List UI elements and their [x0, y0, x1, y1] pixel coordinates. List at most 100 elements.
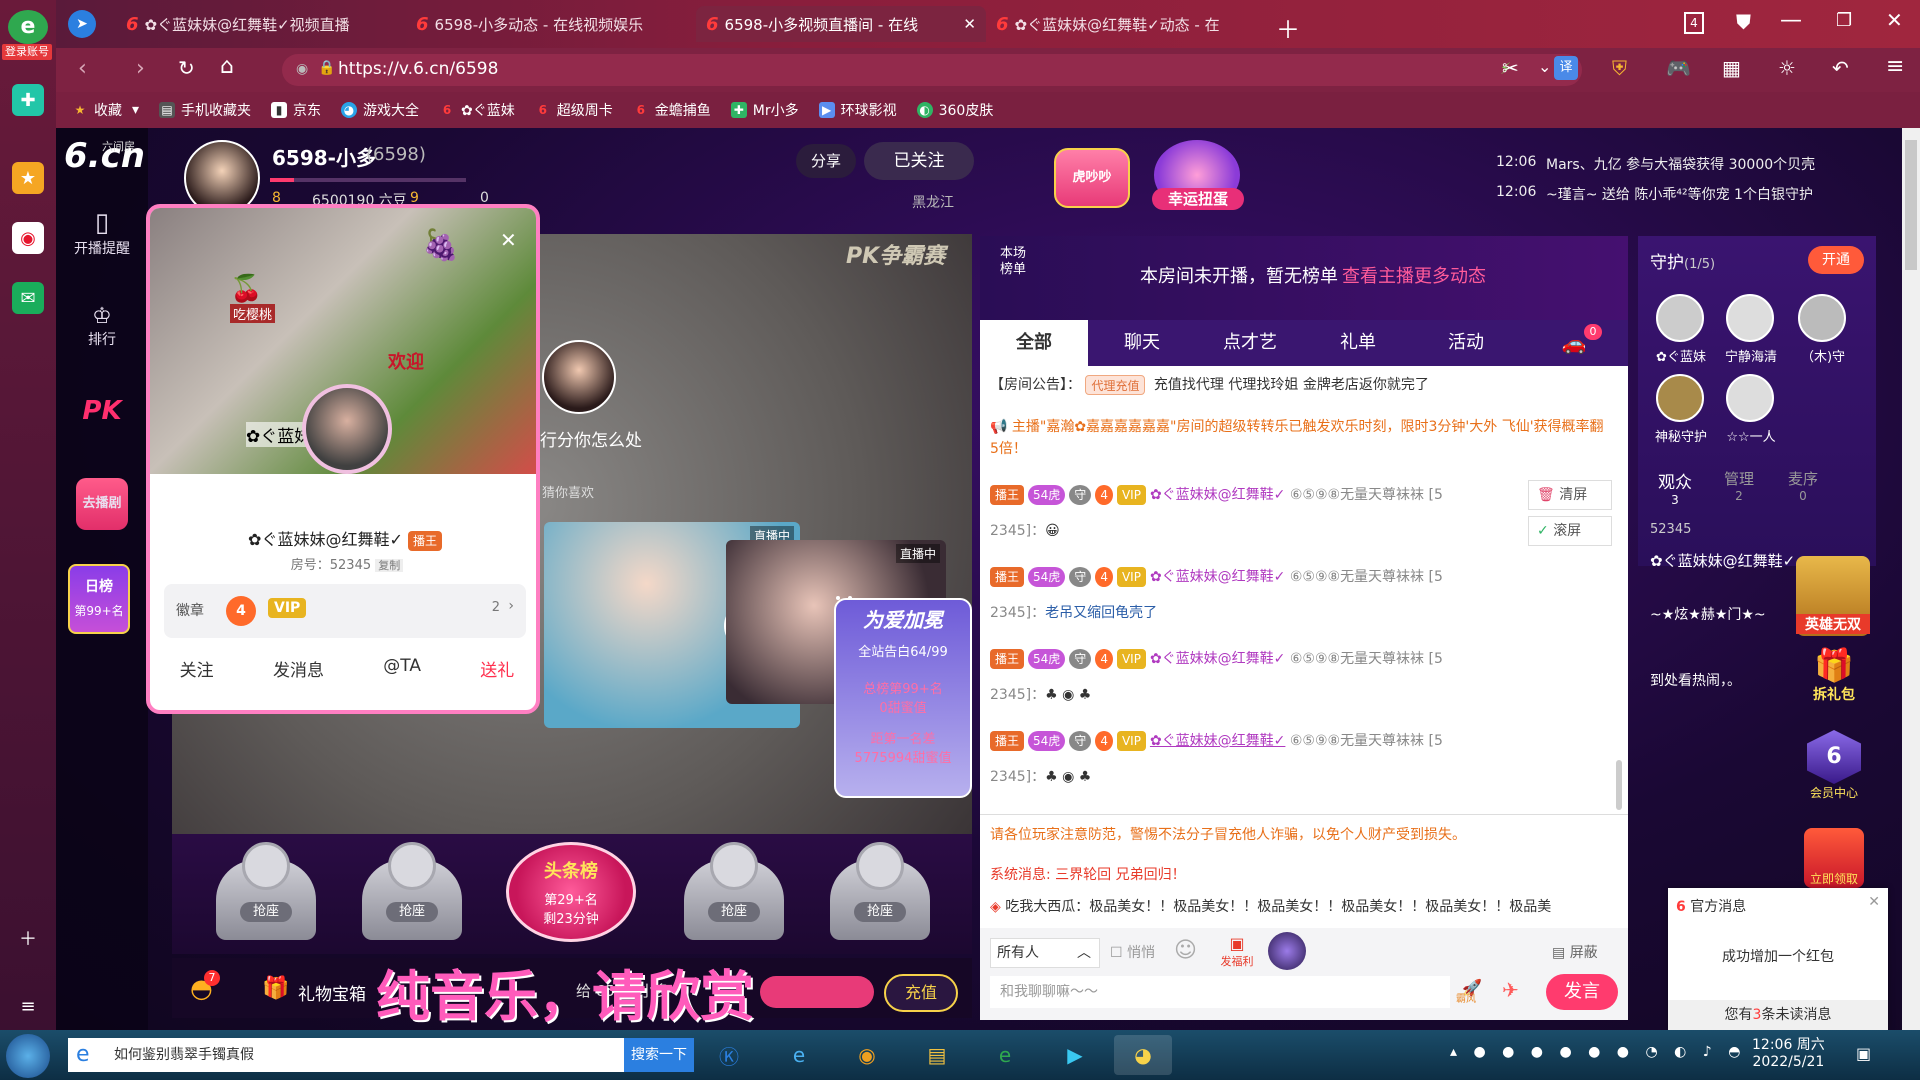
nav-drama[interactable]: 去播剧 [56, 478, 148, 530]
guard-avatar[interactable] [1656, 294, 1704, 342]
chat-scrollbar[interactable] [1616, 760, 1622, 810]
tab-2[interactable]: 6 6598-小多动态 - 在线视频娱乐 [406, 6, 696, 42]
taskbar-search-button[interactable]: 搜索一下 [624, 1038, 694, 1072]
browser-logo-icon[interactable]: e [8, 10, 48, 44]
profile-avatar[interactable] [302, 384, 392, 474]
bookmark-item[interactable]: 6 ✿ぐ蓝妹 [439, 100, 515, 120]
guard-avatar[interactable] [1656, 374, 1704, 422]
charge-button[interactable]: 充值 [884, 974, 958, 1012]
folder-icon[interactable]: ▤ [908, 1035, 966, 1075]
tab-all[interactable]: 全部 [980, 320, 1088, 366]
seat-2[interactable]: 抢座 [352, 840, 472, 950]
ie-browser-icon[interactable]: e [770, 1035, 828, 1075]
viewer-name[interactable]: ✿ぐ蓝妹妹@红舞鞋✓ [1650, 550, 1810, 571]
guard-avatar[interactable] [1726, 294, 1774, 342]
lucky-egg-label[interactable]: 幸运扭蛋 [1152, 188, 1244, 210]
welfare-button[interactable]: ▣ 发福利 [1214, 934, 1260, 968]
plane-icon[interactable]: ✈ [1502, 978, 1519, 1002]
hero-promo[interactable]: 英雄无双 [1796, 556, 1870, 636]
tab-talent[interactable]: 点才艺 [1196, 320, 1304, 366]
viewer-name[interactable]: 到处看热闹，。 [1650, 670, 1780, 690]
badge-row[interactable]: 徽章 4 VIP 2 › [164, 584, 526, 638]
navigation-icon[interactable]: ➤ [68, 10, 96, 38]
tab-4[interactable]: 6 ✿ぐ蓝妹妹@红舞鞋✓动态 - 在 [986, 6, 1276, 42]
toast-footer[interactable]: 您有3条未读消息 [1668, 1000, 1888, 1030]
toast-close-icon[interactable]: ✕ [1868, 894, 1880, 910]
copy-button[interactable]: 复制 [375, 559, 404, 572]
bookmark-item[interactable]: ▤ 手机收藏夹 [159, 100, 251, 120]
360-browser-icon[interactable]: e [976, 1035, 1034, 1075]
bookmark-item[interactable]: ✚ Mr小多 [730, 100, 799, 120]
message-action[interactable]: 发消息 [273, 656, 324, 681]
shirt-icon[interactable]: ⛊ [1736, 10, 1751, 34]
love-crown-panel[interactable]: 为爱加冕 全站告白64/99 总榜第99+名 0甜蜜值 距第一名差 577599… [834, 598, 972, 798]
new-tab-icon[interactable]: ＋ [1276, 10, 1300, 45]
send-button[interactable]: 发言 [1546, 974, 1618, 1010]
maximize-icon[interactable]: ❐ [1836, 10, 1852, 31]
pk-banner[interactable]: PK争霸赛 [846, 238, 945, 270]
bookmark-item[interactable]: ▮ 京东 [271, 100, 321, 120]
close-tab-icon[interactable]: ✕ [955, 15, 976, 33]
gift-pack-promo[interactable]: 🎁 拆礼包 [1800, 646, 1868, 716]
badge-icon[interactable] [1268, 932, 1306, 970]
bookmark-item[interactable]: 6 超级周卡 [535, 100, 613, 120]
guard-avatar[interactable] [1798, 294, 1846, 342]
follow-button[interactable]: 已关注 [864, 142, 974, 180]
page-scrollbar[interactable] [1902, 128, 1920, 1030]
minimize-icon[interactable]: — [1780, 8, 1802, 33]
login-label[interactable]: 登录账号 [2, 44, 52, 60]
follow-action[interactable]: 关注 [180, 656, 214, 681]
bookmark-item[interactable]: ◐ 360皮肤 [916, 100, 993, 120]
whisper-checkbox[interactable]: ☐ 悄悄 [1110, 942, 1155, 962]
notification-icon[interactable]: ▣ [1856, 1044, 1871, 1063]
tab-gifts[interactable]: 礼单 [1304, 320, 1412, 366]
tab-activity[interactable]: 活动 [1412, 320, 1520, 366]
weibo-icon[interactable]: ◉ [12, 222, 44, 254]
car-icon[interactable]: 🚗 [1520, 320, 1628, 366]
bookmark-item[interactable]: ▶ 环球影视 [818, 100, 897, 120]
mention-action[interactable]: @TA [383, 656, 421, 681]
taskbar-search[interactable]: e 如何鉴别翡翠手镯真假 [68, 1038, 624, 1072]
dropdown-icon[interactable]: ⌄ [1538, 57, 1551, 76]
popup-close-icon[interactable]: ✕ [500, 228, 517, 252]
gift-box-icon[interactable]: 🎁 [262, 976, 289, 1001]
chat-input[interactable]: 和我聊聊嘛～～ [990, 976, 1450, 1008]
home-icon[interactable]: ⌂ [220, 54, 234, 79]
clock[interactable]: 12:06 周六 2022/5/21 [1752, 1034, 1825, 1070]
tab-mic-queue[interactable]: 麦序 0 [1778, 468, 1828, 503]
scissors-icon[interactable]: ✂ [1502, 56, 1519, 80]
tab-1[interactable]: 6 ✿ぐ蓝妹妹@红舞鞋✓视频直播 [116, 6, 356, 42]
open-guard-button[interactable]: 开通 [1808, 246, 1864, 274]
plus-icon[interactable]: ✚ [12, 84, 44, 116]
tray-icons[interactable]: ▴ ● ● ● ● ● ● ◔ ◐ ♪ ◓ [1450, 1044, 1746, 1060]
nav-remind[interactable]: ▯ 开播提醒 [56, 208, 148, 258]
viewer-name[interactable]: ~★炫★赫★门★~ [1650, 604, 1810, 624]
browser-menu-icon[interactable]: ≡ [1886, 54, 1904, 79]
apps-icon[interactable]: ▦ [1722, 56, 1741, 80]
menu-icon[interactable]: ≡ [12, 990, 44, 1022]
block-button[interactable]: ▤ 屏蔽 [1552, 942, 1598, 962]
guard-avatar[interactable] [1726, 374, 1774, 422]
url-box[interactable]: ◉ 🔒 https://v.6.cn/6598 ⚡ ⌄ [282, 54, 1582, 86]
seat-4[interactable]: 抢座 [820, 840, 940, 950]
tab-count[interactable]: 4 [1684, 12, 1704, 34]
emoji-icon[interactable]: ☺ [1174, 938, 1197, 963]
tab-3[interactable]: 6 6598-小多视频直播间 - 在线 ✕ [696, 6, 986, 42]
rank-more-link[interactable]: 查看主播更多动态 [1342, 262, 1486, 288]
start-button[interactable] [6, 1034, 50, 1078]
send-gift-action[interactable]: 送礼 [480, 656, 514, 681]
undo-icon[interactable]: ↶ [1832, 56, 1849, 80]
rank-title[interactable]: 本场榜单 [1000, 246, 1030, 278]
bookmark-favorites[interactable]: ★ 收藏 ▾ [72, 100, 139, 120]
add-icon[interactable]: ＋ [12, 922, 44, 954]
mail-icon[interactable]: ✉ [12, 282, 44, 314]
star-icon[interactable]: ★ [12, 162, 44, 194]
gift-box-label[interactable]: 礼物宝箱 [298, 980, 366, 1005]
recipient-select[interactable]: 所有人 ︿ [990, 938, 1100, 968]
tiger-event-badge[interactable]: 虎吵吵 [1054, 148, 1130, 208]
close-window-icon[interactable]: ✕ [1886, 8, 1903, 32]
headline-rank-badge[interactable]: 头条榜 第29+名 剩23分钟 [506, 842, 636, 942]
member-center-promo[interactable]: 6 会员中心 [1800, 730, 1868, 810]
url-text[interactable]: https://v.6.cn/6598 [338, 59, 498, 79]
back-icon[interactable]: ‹ [78, 56, 87, 81]
